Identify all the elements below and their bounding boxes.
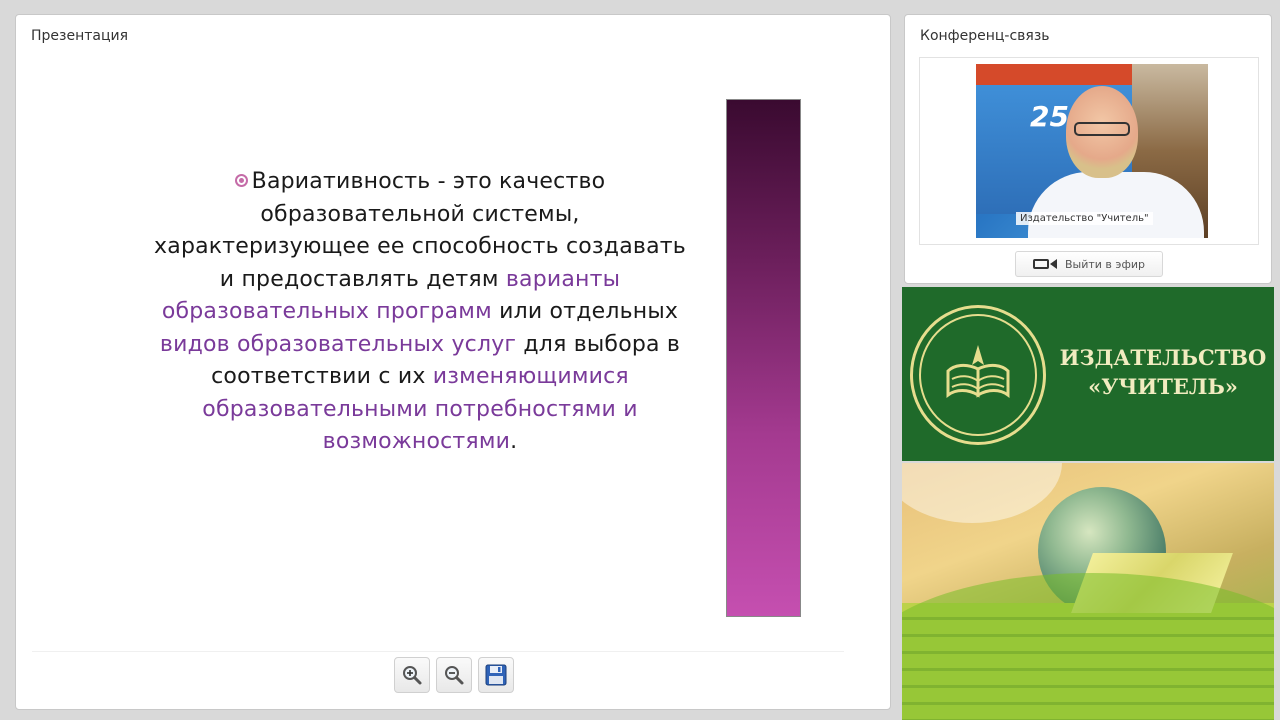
conference-panel: Конференц-связь 25 Издательство "Учитель… [904,14,1272,284]
slide-text-part: или отдельных [491,299,679,324]
publisher-name: ИЗДАТЕЛЬСТВО «УЧИТЕЛЬ» [1058,343,1268,401]
floppy-disk-icon [485,664,507,686]
publisher-name-line1: ИЗДАТЕЛЬСТВО [1059,345,1267,370]
book-emblem-icon [946,345,1010,398]
publisher-name-line2: «УЧИТЕЛЬ» [1088,374,1238,399]
slide-text: Вариативность - это качество образовател… [150,166,690,459]
presenter-body [1028,172,1204,238]
zoom-toolbar [394,657,514,693]
decor-arc [902,463,1062,523]
publisher-banner: ИЗДАТЕЛЬСТВО «УЧИТЕЛЬ» [902,287,1274,461]
go-live-button[interactable]: Выйти в эфир [1015,251,1163,277]
video-frame: 25 Издательство "Учитель" [919,57,1259,245]
save-button[interactable] [478,657,514,693]
slide-gradient-bar [726,99,801,617]
slide-text-part: . [510,429,518,454]
webcam-video[interactable]: 25 Издательство "Учитель" [976,64,1208,238]
video-caption: Издательство "Учитель" [1016,212,1153,225]
presenter-glasses [1074,122,1130,136]
books-image [902,463,1274,720]
presentation-title: Презентация [31,28,129,44]
decor-swoosh [902,573,1274,720]
zoom-out-button[interactable] [436,657,472,693]
zoom-in-icon [403,666,422,685]
zoom-in-button[interactable] [394,657,430,693]
bullet-icon [234,173,248,187]
camera-icon [1033,258,1057,270]
slide-text-highlight: видов образовательных услуг [159,331,517,357]
conference-title: Конференц-связь [920,28,1050,44]
zoom-out-icon [445,666,464,685]
presentation-panel: Презентация Вариативность - это качество… [15,14,891,710]
banner-number: 25 [1030,100,1069,133]
publisher-logo-inner [919,314,1037,436]
slide-canvas: Вариативность - это качество образовател… [32,60,844,652]
publisher-logo [910,305,1046,445]
go-live-label: Выйти в эфир [1065,257,1145,271]
